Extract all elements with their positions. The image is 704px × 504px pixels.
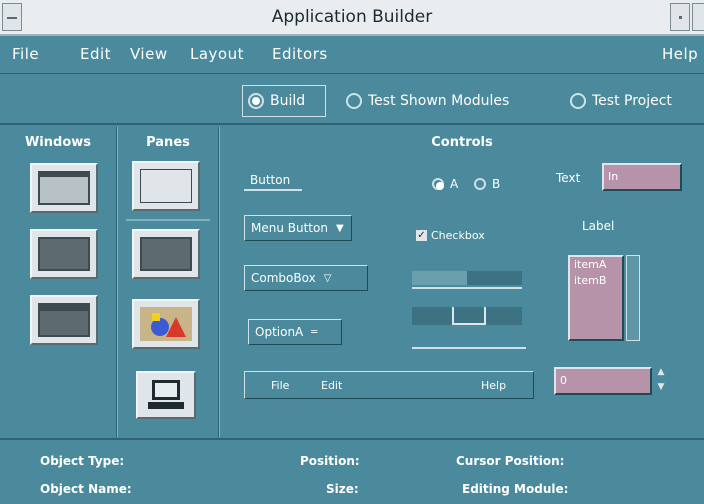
slider-control[interactable] bbox=[412, 307, 522, 325]
list-label: Label bbox=[582, 219, 615, 233]
button-control-label: Button bbox=[250, 173, 291, 187]
divider bbox=[218, 127, 220, 437]
drawing-shapes-icon bbox=[140, 307, 192, 341]
drawing-area-icon[interactable] bbox=[132, 299, 200, 349]
menubar-control[interactable]: File Edit Help bbox=[244, 371, 534, 399]
option-menu-control[interactable]: OptionA ═ bbox=[248, 319, 342, 345]
slider-baseline bbox=[412, 347, 526, 349]
checkbox-checked-icon: ✓ bbox=[416, 230, 427, 241]
combo-box-control[interactable]: ComboBox ▽ bbox=[244, 265, 368, 291]
size-label: Size: bbox=[326, 482, 359, 496]
menubar-control-edit[interactable]: Edit bbox=[321, 379, 342, 392]
maximize-button[interactable] bbox=[692, 3, 704, 31]
controls-heading: Controls bbox=[431, 135, 493, 150]
text-field-label: Text bbox=[556, 171, 581, 185]
radio-dot-icon bbox=[432, 178, 444, 190]
menu-button-control[interactable]: Menu Button ▼ bbox=[244, 215, 352, 241]
text-field-control[interactable]: In bbox=[602, 163, 682, 191]
radio-dot-icon bbox=[570, 93, 586, 109]
divider bbox=[116, 127, 118, 437]
mode-build-label: Build bbox=[270, 93, 306, 109]
option-menu-label: OptionA bbox=[255, 325, 304, 339]
slider-thumb[interactable] bbox=[452, 307, 486, 325]
menu-help[interactable]: Help bbox=[662, 45, 698, 63]
radio-dot-icon bbox=[474, 178, 486, 190]
main-window-icon[interactable] bbox=[30, 163, 98, 213]
mode-test-project-radio[interactable]: Test Project bbox=[570, 88, 672, 114]
dropdown-arrow-icon: ▼ bbox=[335, 222, 344, 234]
spinbox-arrows[interactable]: ▲ ▼ bbox=[654, 365, 668, 397]
dropdown-arrow-icon: ▽ bbox=[323, 272, 332, 284]
text-pane-icon[interactable] bbox=[132, 229, 200, 279]
radio-control-a-label: A bbox=[450, 177, 459, 191]
option-menu-indicator-icon: ═ bbox=[311, 326, 318, 338]
gauge-baseline bbox=[412, 287, 522, 289]
menubar-control-file[interactable]: File bbox=[271, 379, 289, 392]
checkbox-label: Checkbox bbox=[431, 229, 485, 242]
spin-down-icon[interactable]: ▼ bbox=[654, 380, 668, 395]
menu-view[interactable]: View bbox=[130, 45, 168, 63]
editing-module-label: Editing Module: bbox=[462, 482, 569, 496]
control-pane-icon[interactable] bbox=[132, 161, 200, 211]
minimize-button[interactable] bbox=[670, 3, 690, 31]
menubar-control-help[interactable]: Help bbox=[481, 379, 506, 392]
mode-selector: Build Test Shown Modules Test Project bbox=[0, 75, 704, 125]
combo-box-label: ComboBox bbox=[251, 271, 316, 285]
mode-test-project-label: Test Project bbox=[592, 93, 672, 109]
object-name-label: Object Name: bbox=[40, 482, 132, 496]
radio-control-a[interactable]: A bbox=[432, 171, 458, 197]
radio-control-b-label: B bbox=[492, 177, 501, 191]
radio-control-b[interactable]: B bbox=[474, 171, 500, 197]
menu-layout[interactable]: Layout bbox=[190, 45, 244, 63]
gauge-fill bbox=[412, 271, 467, 285]
mode-build-radio[interactable]: Build bbox=[248, 88, 305, 114]
mode-test-shown-radio[interactable]: Test Shown Modules bbox=[346, 88, 509, 114]
button-control[interactable]: Button bbox=[244, 171, 302, 191]
palette-area: Windows Panes Controls Button A B Text I… bbox=[0, 127, 704, 437]
position-label: Position: bbox=[300, 454, 360, 468]
menu-button-label: Menu Button bbox=[251, 221, 328, 235]
spin-up-icon[interactable]: ▲ bbox=[654, 365, 668, 380]
checkbox-control[interactable]: ✓ Checkbox bbox=[416, 229, 485, 242]
list-item[interactable]: itemA bbox=[570, 257, 622, 273]
menu-bar: File Edit View Layout Editors Help bbox=[0, 36, 704, 74]
list-scrollbar[interactable] bbox=[626, 255, 640, 341]
panes-heading: Panes bbox=[146, 135, 190, 150]
title-bar: Application Builder bbox=[0, 0, 704, 36]
list-item[interactable]: itemB bbox=[570, 273, 622, 289]
menu-edit[interactable]: Edit bbox=[80, 45, 111, 63]
radio-dot-icon bbox=[248, 93, 264, 109]
mode-test-shown-label: Test Shown Modules bbox=[368, 93, 510, 109]
pane-separator bbox=[126, 219, 210, 221]
cursor-position-label: Cursor Position: bbox=[456, 454, 565, 468]
windows-heading: Windows bbox=[24, 135, 92, 150]
menu-file[interactable]: File bbox=[12, 45, 39, 63]
term-pane-icon[interactable] bbox=[136, 371, 196, 419]
spinbox-control[interactable]: 0 bbox=[554, 367, 652, 395]
computer-icon bbox=[148, 380, 184, 409]
menu-editors[interactable]: Editors bbox=[272, 45, 328, 63]
file-chooser-icon[interactable] bbox=[30, 295, 98, 345]
radio-dot-icon bbox=[346, 93, 362, 109]
custom-dialog-icon[interactable] bbox=[30, 229, 98, 279]
status-area: Object Type: Object Name: Position: Size… bbox=[0, 438, 704, 504]
object-type-label: Object Type: bbox=[40, 454, 125, 468]
window-title: Application Builder bbox=[271, 7, 433, 27]
list-control[interactable]: itemA itemB bbox=[568, 255, 624, 341]
gauge-control bbox=[412, 271, 522, 285]
